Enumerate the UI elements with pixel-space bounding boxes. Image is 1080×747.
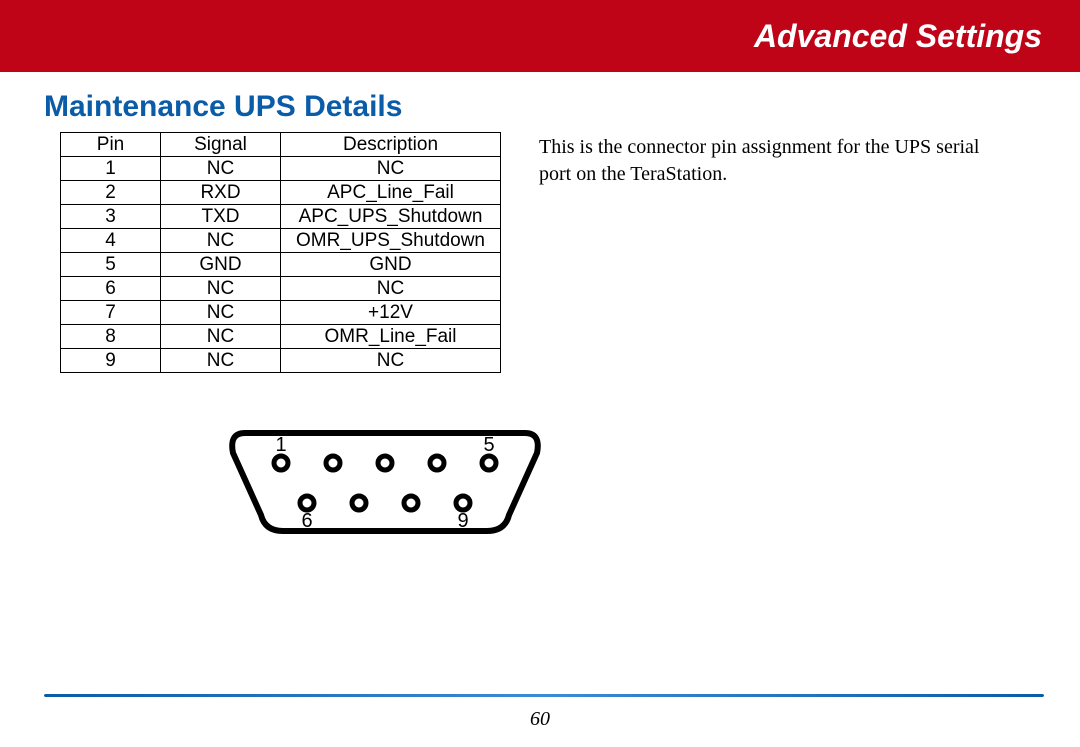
db9-connector-diagram: 1 5 6 9 [225, 403, 545, 543]
table-header-row: Pin Signal Description [61, 133, 501, 157]
section-title: Maintenance UPS Details [44, 90, 1080, 124]
banner-title: Advanced Settings [754, 18, 1042, 55]
pin-label-1: 1 [275, 434, 286, 456]
th-signal: Signal [161, 133, 281, 157]
pin-label-6: 6 [301, 510, 312, 532]
th-description: Description [281, 133, 501, 157]
footer-rule [44, 694, 1044, 697]
pin-2-hole [326, 456, 340, 470]
pin-4-hole [430, 456, 444, 470]
pin-table: Pin Signal Description 1NCNC 2RXDAPC_Lin… [60, 132, 501, 373]
pin-6-hole [300, 496, 314, 510]
pin-1-hole [274, 456, 288, 470]
pin-5-hole [482, 456, 496, 470]
table-row: 4NCOMR_UPS_Shutdown [61, 229, 501, 253]
table-row: 7NC+12V [61, 301, 501, 325]
description-text: This is the connector pin assignment for… [539, 134, 999, 188]
pin-8-hole [404, 496, 418, 510]
pin-7-hole [352, 496, 366, 510]
pin-3-hole [378, 456, 392, 470]
pin-table-container: Pin Signal Description 1NCNC 2RXDAPC_Lin… [60, 132, 501, 373]
table-row: 9NCNC [61, 349, 501, 373]
table-row: 1NCNC [61, 157, 501, 181]
content-row: Pin Signal Description 1NCNC 2RXDAPC_Lin… [0, 132, 1080, 373]
pin-label-9: 9 [457, 510, 468, 532]
th-pin: Pin [61, 133, 161, 157]
header-banner: Advanced Settings [0, 0, 1080, 72]
pin-label-5: 5 [483, 434, 494, 456]
page-number: 60 [0, 708, 1080, 731]
table-row: 8NCOMR_Line_Fail [61, 325, 501, 349]
pin-9-hole [456, 496, 470, 510]
table-row: 6NCNC [61, 277, 501, 301]
table-row: 2RXDAPC_Line_Fail [61, 181, 501, 205]
table-row: 3TXDAPC_UPS_Shutdown [61, 205, 501, 229]
table-row: 5GNDGND [61, 253, 501, 277]
